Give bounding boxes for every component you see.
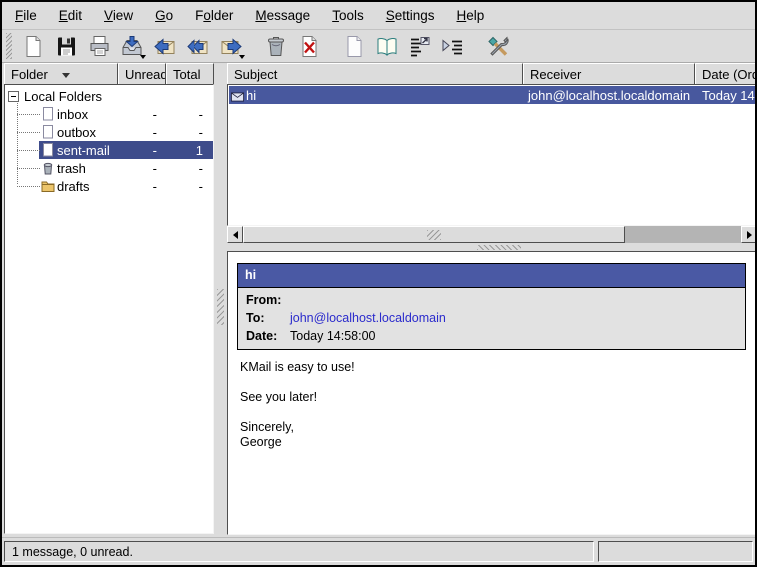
folder-row-outbox[interactable]: outbox - -	[5, 123, 213, 141]
unread-column-header[interactable]: Unread	[118, 63, 166, 85]
pane-splitter-vertical[interactable]	[214, 63, 227, 535]
trash-icon	[41, 161, 55, 178]
address-book-icon	[375, 34, 399, 59]
splitter-grip	[477, 245, 521, 250]
folder-icon	[41, 179, 55, 196]
print-button[interactable]	[86, 33, 112, 59]
message-subject-title: hi	[238, 264, 745, 287]
date-column-header[interactable]: Date (Order of Arrival)	[695, 63, 757, 85]
body-line: See you later!	[240, 390, 744, 405]
scrollbar-thumb[interactable]	[243, 226, 625, 243]
mark-message-button[interactable]	[407, 33, 433, 59]
arrow-right-icon	[747, 231, 752, 239]
new-window-button[interactable]	[341, 33, 367, 59]
scrollbar-track[interactable]	[625, 226, 741, 243]
message-preview-pane: hi From: To: john@localhost.localdomain …	[227, 251, 757, 535]
configure-button[interactable]	[485, 33, 511, 59]
sort-caret-icon	[62, 73, 70, 78]
dropdown-caret-icon	[239, 55, 245, 59]
message-row[interactable]: hi john@localhost.localdomain Today 14:5…	[229, 86, 755, 104]
toolbar-drag-handle[interactable]	[6, 33, 12, 59]
message-header-box: hi From: To: john@localhost.localdomain …	[237, 263, 746, 350]
menu-file[interactable]: File	[15, 8, 37, 23]
subject-column-header[interactable]: Subject	[227, 63, 523, 85]
reply-all-icon	[186, 34, 210, 59]
configure-tools-icon	[486, 34, 510, 59]
reply-button[interactable]	[152, 33, 178, 59]
from-label: From:	[246, 293, 290, 307]
status-message: 1 message, 0 unread.	[4, 541, 594, 562]
menu-tools[interactable]: Tools	[332, 8, 364, 23]
reply-icon	[153, 34, 177, 59]
scroll-right-button[interactable]	[741, 226, 757, 243]
receiver-column-header[interactable]: Receiver	[523, 63, 695, 85]
status-bar: 1 message, 0 unread.	[2, 537, 755, 565]
print-icon	[87, 34, 111, 59]
kmail-window: File Edit View Go Folder Message Tools S…	[0, 0, 757, 567]
folder-row-local-folders[interactable]: Local Folders	[5, 87, 213, 105]
body-line: KMail is easy to use!	[240, 360, 744, 375]
document-icon	[41, 107, 55, 124]
forward-button[interactable]	[218, 33, 244, 59]
from-value	[290, 293, 737, 307]
dropdown-caret-icon	[140, 55, 146, 59]
menu-settings[interactable]: Settings	[386, 8, 435, 23]
date-label: Date:	[246, 329, 290, 343]
apply-filters-button[interactable]	[440, 33, 466, 59]
pane-splitter-horizontal[interactable]	[227, 243, 757, 251]
check-mail-button[interactable]	[119, 33, 145, 59]
delete-message-button[interactable]	[296, 33, 322, 59]
trash-icon	[264, 34, 288, 59]
folder-row-inbox[interactable]: inbox - -	[5, 105, 213, 123]
body-line: George	[240, 435, 744, 450]
message-header-fields: From: To: john@localhost.localdomain Dat…	[238, 287, 745, 349]
main-toolbar	[2, 30, 755, 63]
mark-message-icon	[408, 34, 432, 59]
folder-row-trash[interactable]: trash - -	[5, 159, 213, 177]
status-right-panel	[598, 541, 753, 562]
menu-help[interactable]: Help	[457, 8, 485, 23]
new-message-button[interactable]	[20, 33, 46, 59]
thumb-grip-icon	[427, 230, 441, 240]
menu-folder[interactable]: Folder	[195, 8, 233, 23]
apply-filters-icon	[441, 34, 465, 59]
message-list: hi john@localhost.localdomain Today 14:5…	[227, 84, 757, 226]
menu-view[interactable]: View	[104, 8, 133, 23]
body-line: Sincerely,	[240, 420, 744, 435]
message-list-hscrollbar[interactable]	[227, 226, 757, 243]
document-icon	[41, 125, 55, 142]
move-to-trash-button[interactable]	[263, 33, 289, 59]
folder-row-drafts[interactable]: drafts - -	[5, 177, 213, 195]
to-address-link[interactable]: john@localhost.localdomain	[290, 311, 737, 325]
folder-row-sent-mail[interactable]: sent-mail - 1	[5, 141, 213, 159]
reply-all-button[interactable]	[185, 33, 211, 59]
date-value: Today 14:58:00	[290, 329, 737, 343]
save-icon	[54, 34, 78, 59]
address-book-button[interactable]	[374, 33, 400, 59]
arrow-left-icon	[233, 231, 238, 239]
menu-go[interactable]: Go	[155, 8, 173, 23]
menu-edit[interactable]: Edit	[59, 8, 82, 23]
menu-bar: File Edit View Go Folder Message Tools S…	[2, 2, 755, 30]
menu-message[interactable]: Message	[255, 8, 310, 23]
splitter-grip	[217, 289, 224, 325]
save-button[interactable]	[53, 33, 79, 59]
folder-column-header[interactable]: Folder	[4, 63, 118, 85]
envelope-icon	[231, 90, 244, 105]
scroll-left-button[interactable]	[227, 226, 243, 243]
to-label: To:	[246, 311, 290, 325]
delete-icon	[297, 34, 321, 59]
new-message-icon	[21, 34, 45, 59]
folder-tree: Local Folders inbox - - outbox - - sent-…	[4, 84, 214, 534]
blank-page-icon	[342, 34, 366, 59]
message-body: KMail is easy to use! See you later! Sin…	[240, 360, 744, 450]
collapse-expander-icon[interactable]	[8, 91, 19, 102]
total-column-header[interactable]: Total	[166, 63, 214, 85]
document-icon	[41, 143, 55, 160]
